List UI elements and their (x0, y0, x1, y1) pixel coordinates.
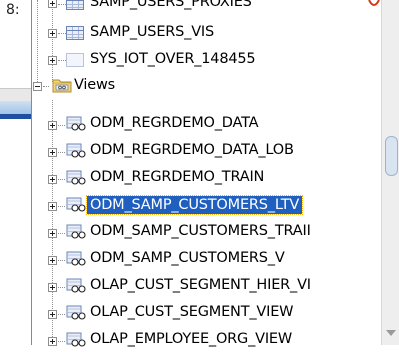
scrollbar-thumb[interactable] (385, 136, 398, 176)
scroll-down-arrow-icon[interactable] (386, 330, 396, 336)
expand-plus-icon[interactable] (48, 121, 57, 130)
expand-plus-icon[interactable] (48, 202, 57, 211)
left-pane-toolbar (0, 88, 32, 102)
left-pane-selected-row[interactable] (0, 101, 32, 115)
tree-node-label-selected[interactable]: ODM_SAMP_CUSTOMERS_LTV (85, 195, 304, 215)
tree-connector (58, 206, 65, 207)
partial-red-icon (368, 0, 380, 6)
view-icon (66, 305, 86, 321)
view-icon (66, 197, 86, 213)
tree-connector (58, 152, 65, 153)
table-icon (66, 53, 84, 67)
tree-connector (58, 125, 65, 126)
table-icon (66, 0, 84, 10)
tree-connector (58, 314, 65, 315)
tree-node-label[interactable]: ODM_SAMP_CUSTOMERS_TRAII (90, 223, 311, 239)
tree-node-label[interactable]: ODM_REGRDEMO_DATA (90, 115, 259, 131)
view-icon (66, 251, 86, 267)
view-icon (66, 143, 86, 159)
expand-plus-icon[interactable] (48, 0, 57, 8)
tree-node-label[interactable]: ODM_REGRDEMO_TRAIN (90, 169, 264, 185)
tree-connector (58, 341, 65, 342)
view-icon (66, 116, 86, 132)
left-pane-accent (0, 114, 32, 119)
tree-connector (58, 287, 65, 288)
tree-connector (58, 233, 65, 234)
view-icon (66, 332, 86, 348)
tree-node-label[interactable]: SYS_IOT_OVER_148455 (90, 51, 256, 67)
table-icon (66, 26, 84, 40)
tree-guide-views (52, 100, 53, 345)
tree-connector (58, 60, 66, 61)
expand-plus-icon[interactable] (48, 56, 57, 65)
view-icon (66, 224, 86, 240)
tree-connector (58, 33, 66, 34)
tree-node-label[interactable]: ODM_SAMP_CUSTOMERS_V (90, 250, 285, 266)
expand-plus-icon[interactable] (48, 256, 57, 265)
left-pane-label: 8: (6, 2, 20, 18)
view-icon (66, 170, 86, 186)
vertical-scrollbar[interactable] (381, 0, 399, 345)
expand-plus-icon[interactable] (48, 148, 57, 157)
tree-node-label[interactable]: ODM_REGRDEMO_DATA_LOB (90, 142, 294, 158)
tree-node-label[interactable]: SAMP_USERS_PROXIES (90, 0, 252, 10)
tree-node-label[interactable]: OLAP_CUST_SEGMENT_VIEW (90, 304, 294, 320)
expand-plus-icon[interactable] (48, 175, 57, 184)
tree-node-label[interactable]: OLAP_CUST_SEGMENT_HIER_VI (90, 277, 311, 293)
expand-plus-icon[interactable] (48, 310, 57, 319)
tree-connector (58, 260, 65, 261)
expand-plus-icon[interactable] (48, 229, 57, 238)
tree-node-label[interactable]: SAMP_USERS_VIS (90, 24, 214, 40)
expand-plus-icon[interactable] (48, 283, 57, 292)
object-tree[interactable]: SAMP_USERS_PROXIES SAMP_USERS_VIS SYS_IO… (31, 0, 382, 348)
tree-connector (58, 4, 66, 5)
expand-plus-icon[interactable] (48, 29, 57, 38)
folder-icon (52, 79, 72, 93)
tree-connector (43, 86, 49, 87)
view-icon (66, 278, 86, 294)
left-pane: 8: (0, 0, 32, 345)
tree-guide-root (37, 0, 38, 88)
tree-connector (58, 179, 65, 180)
tree-guide-tables (52, 0, 53, 82)
collapse-minus-icon[interactable] (33, 82, 42, 91)
tree-folder-label[interactable]: Views (74, 77, 115, 93)
